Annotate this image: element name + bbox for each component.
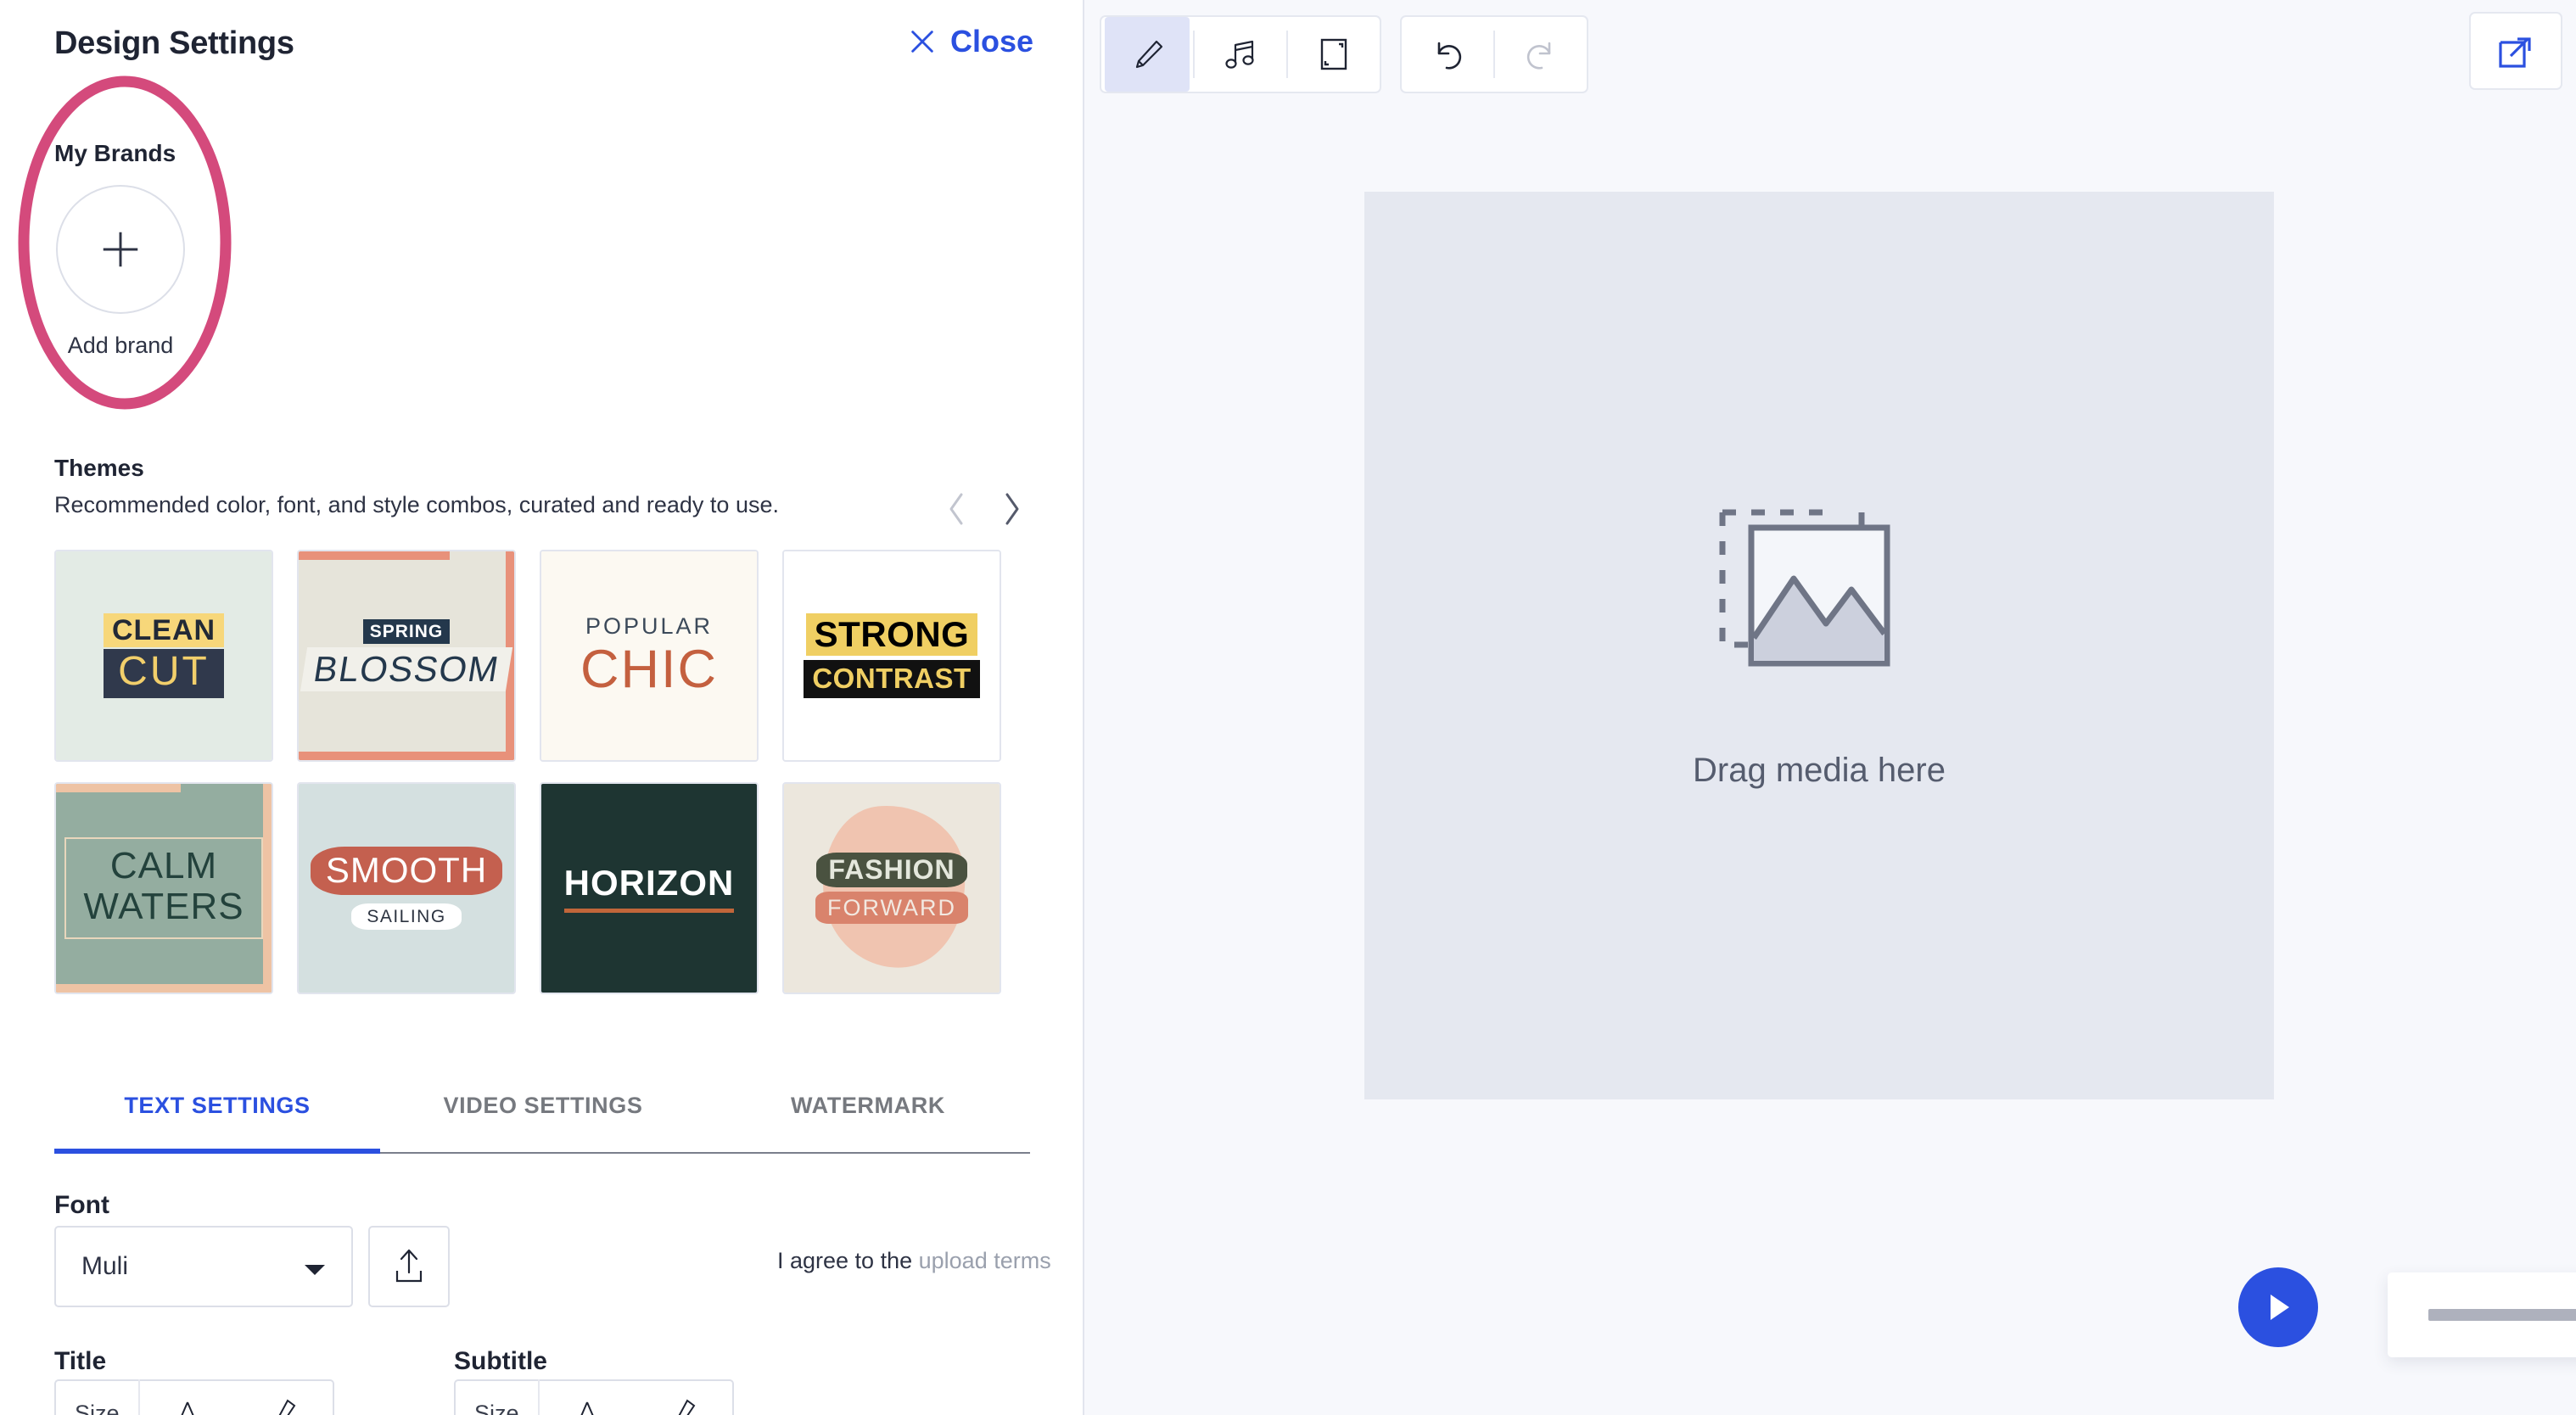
chevron-down-icon (305, 1265, 325, 1275)
chevron-left-icon[interactable] (945, 490, 967, 528)
add-brand-label: Add brand (67, 333, 174, 358)
player-bar: 0:00/0:03 (2388, 1272, 2576, 1357)
theme-line-1: SMOOTH (310, 847, 503, 895)
close-x-icon (911, 31, 933, 53)
font-select-value: Muli (81, 1252, 129, 1280)
theme-accent-right (263, 784, 272, 993)
font-size-icon[interactable] (140, 1395, 237, 1415)
brush-icon (1135, 40, 1163, 69)
external-link-icon (2499, 37, 2531, 68)
theme-line-1: POPULAR (585, 613, 714, 640)
progress-scrubber[interactable] (2428, 1309, 2576, 1321)
upload-terms-text: I agree to the upload terms (777, 1248, 1051, 1274)
theme-line-1: HORIZON (563, 863, 735, 914)
font-select[interactable]: Muli (54, 1226, 353, 1307)
font-upload-button[interactable] (368, 1226, 450, 1307)
subtitle-size-label: Size (474, 1400, 519, 1415)
subtitle-size-control[interactable]: Size (454, 1379, 734, 1415)
play-icon (2271, 1295, 2289, 1320)
theme-card-spring-blossom[interactable]: SPRING BLOSSOM (297, 550, 516, 762)
image-placeholder-icon (1719, 509, 1890, 666)
resize-tool-button[interactable] (1288, 17, 1380, 92)
text-color-pen-icon[interactable] (636, 1395, 732, 1415)
theme-line-2: CONTRAST (804, 660, 980, 699)
theme-card-horizon[interactable]: HORIZON (540, 782, 759, 994)
redo-icon (1526, 42, 1551, 70)
theme-line-1: FASHION (816, 852, 967, 887)
page-title: Design Settings (54, 25, 294, 61)
font-section-label: Font (54, 1191, 109, 1219)
themes-grid: CLEAN CUT SPRING BLOSSOM POPULAR CHIC ST… (54, 550, 1013, 994)
theme-card-popular-chic[interactable]: POPULAR CHIC (540, 550, 759, 762)
brush-tool-button[interactable] (1105, 17, 1190, 92)
tab-watermark[interactable]: WATERMARK (706, 1081, 1030, 1152)
export-button[interactable] (2469, 12, 2562, 90)
theme-accent-bottom (56, 984, 272, 993)
design-settings-screen: Design Settings Close My Brands Add bran… (0, 0, 2576, 1415)
theme-accent-top (56, 784, 182, 792)
plus-icon (103, 232, 138, 267)
close-button[interactable]: Close (908, 24, 1033, 59)
title-section-label: Title (54, 1347, 107, 1375)
tab-video-settings[interactable]: VIDEO SETTINGS (380, 1081, 706, 1152)
undo-icon (1437, 42, 1462, 70)
upload-icon (395, 1249, 423, 1283)
undo-button[interactable] (1402, 17, 1493, 92)
settings-tabs: TEXT SETTINGS VIDEO SETTINGS WATERMARK (54, 1081, 1030, 1154)
my-brands-heading: My Brands (54, 140, 176, 166)
text-color-pen-icon[interactable] (236, 1395, 333, 1415)
title-size-control[interactable]: Size (54, 1379, 334, 1415)
chevron-right-icon[interactable] (1001, 490, 1023, 528)
upload-terms-link[interactable]: upload terms (919, 1248, 1051, 1273)
theme-line-2: CUT (103, 648, 225, 699)
theme-line-1: STRONG (805, 612, 978, 657)
panel-header: Design Settings Close (0, 0, 1083, 100)
music-note-icon (1225, 40, 1254, 69)
themes-carousel-nav (945, 490, 1023, 528)
font-size-icon[interactable] (540, 1395, 636, 1415)
theme-line-1: SPRING (362, 619, 451, 645)
theme-card-smooth-sailing[interactable]: SMOOTH SAILING (297, 782, 516, 994)
theme-card-strong-contrast[interactable]: STRONG CONTRAST (782, 550, 1001, 762)
theme-line-2: FORWARD (815, 891, 968, 925)
theme-accent-top (299, 551, 450, 560)
theme-line-1: CLEAN (103, 612, 225, 647)
history-toolbar (1400, 15, 1588, 93)
media-canvas-dropzone[interactable]: Drag media here (1364, 192, 2274, 1099)
crop-resize-icon (1320, 38, 1347, 70)
theme-line-2: CHIC (580, 640, 718, 700)
tab-text-settings[interactable]: TEXT SETTINGS (54, 1081, 380, 1154)
theme-accent-bottom (299, 752, 514, 760)
title-size-label: Size (75, 1400, 120, 1415)
upload-terms-prefix: I agree to the (777, 1248, 919, 1273)
theme-line-2: SAILING (351, 903, 462, 930)
close-label: Close (949, 24, 1033, 59)
subtitle-section-label: Subtitle (454, 1347, 547, 1375)
design-settings-panel: Design Settings Close My Brands Add bran… (0, 0, 1084, 1415)
theme-line-2: BLOSSOM (300, 647, 513, 692)
themes-description: Recommended color, font, and style combo… (54, 492, 779, 517)
theme-line-1: CALM (109, 845, 218, 887)
editor-area: Drag media here Need sound? i 0:00/0:03 … (1086, 0, 2576, 1415)
theme-card-clean-cut[interactable]: CLEAN CUT (54, 550, 273, 762)
theme-line-2: WATERS (83, 886, 244, 927)
themes-heading: Themes (54, 455, 144, 481)
music-tool-button[interactable] (1195, 17, 1286, 92)
drag-media-label: Drag media here (1693, 751, 1946, 789)
theme-card-calm-waters[interactable]: CALM WATERS (54, 782, 273, 994)
add-brand-button[interactable] (56, 185, 185, 314)
play-button[interactable] (2238, 1267, 2318, 1347)
editor-toolbar (1100, 15, 1381, 93)
theme-card-fashion-forward[interactable]: FASHION FORWARD (782, 782, 1001, 994)
redo-button[interactable] (1495, 17, 1587, 92)
